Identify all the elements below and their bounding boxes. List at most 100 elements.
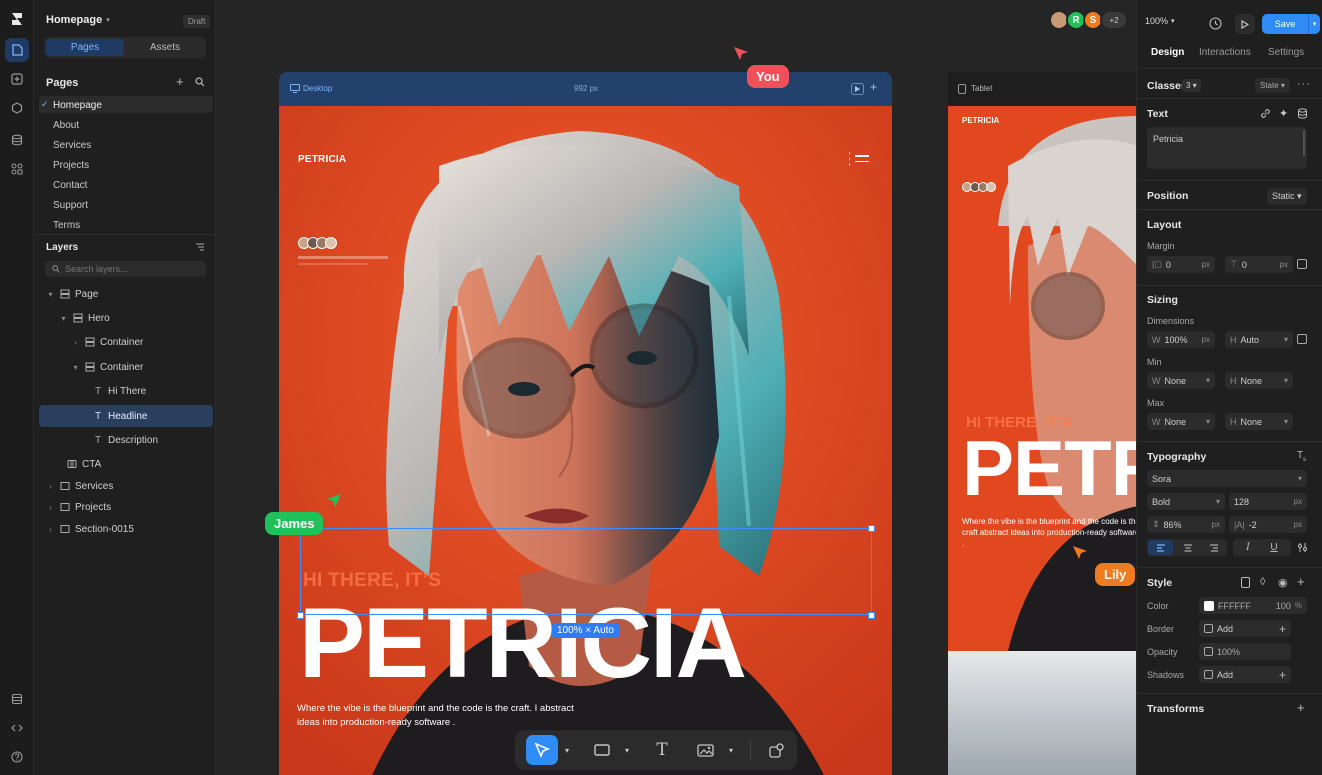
page-item-terms[interactable]: Terms (53, 220, 80, 231)
italic-icon[interactable]: I (1237, 540, 1259, 555)
site-logo[interactable]: PETRICIA (298, 154, 346, 165)
add-element-icon[interactable] (5, 67, 29, 91)
resize-handle[interactable] (868, 525, 875, 532)
height-field[interactable]: H Auto ▾ (1225, 331, 1293, 348)
align-center-icon[interactable] (1175, 540, 1200, 555)
layer-hero[interactable]: ▾ Hero (59, 310, 109, 326)
search-icon[interactable] (195, 77, 205, 90)
add-shadow-icon[interactable]: + (1279, 668, 1286, 682)
margin-expand-icon[interactable] (1297, 259, 1307, 269)
hero-section[interactable]: PETRICIA HI THERE, IT’S PETRICIA Where t… (279, 106, 892, 775)
add-style-icon[interactable]: + (1297, 574, 1305, 589)
text-style-icon[interactable]: Ts (1297, 450, 1306, 463)
layers-filter-icon[interactable] (195, 242, 205, 255)
align-left-icon[interactable] (1148, 540, 1173, 555)
opacity-field[interactable]: 100% (1199, 643, 1291, 660)
layer-services[interactable]: › Services (46, 478, 113, 494)
underline-icon[interactable]: U (1263, 540, 1285, 555)
layer-projects[interactable]: › Projects (46, 499, 111, 515)
cms-icon[interactable] (5, 687, 29, 711)
max-width-field[interactable]: W None ▾ (1147, 413, 1215, 430)
preview-button[interactable] (1235, 14, 1255, 34)
align-right-icon[interactable] (1201, 540, 1226, 555)
chevron-down-icon[interactable]: ▾ (726, 743, 736, 757)
width-field[interactable]: W 100% px (1147, 331, 1215, 348)
border-field[interactable]: Add + (1199, 620, 1291, 637)
save-options-button[interactable]: ▾ (1309, 14, 1320, 34)
text-settings-icon[interactable] (1297, 542, 1308, 556)
chevron-down-icon[interactable]: ▾ (562, 743, 572, 757)
min-width-field[interactable]: W None ▾ (1147, 372, 1215, 389)
cms-bind-icon[interactable] (1297, 108, 1308, 122)
tab-pages[interactable]: Pages (46, 39, 124, 56)
components-icon[interactable] (5, 96, 29, 120)
components-tool-button[interactable] (765, 740, 787, 760)
shadows-field[interactable]: Add + (1199, 666, 1291, 683)
preview-frame-icon[interactable] (851, 83, 864, 95)
page-item-support[interactable]: Support (53, 200, 88, 211)
font-size-field[interactable]: 128 px (1229, 493, 1307, 510)
page-item-contact[interactable]: Contact (53, 180, 87, 191)
history-icon[interactable] (1209, 17, 1222, 33)
resize-handle[interactable] (297, 612, 304, 619)
more-collaborators[interactable]: +2 (1100, 10, 1128, 30)
max-height-field[interactable]: H None ▾ (1225, 413, 1293, 430)
image-tool-button[interactable] (694, 740, 716, 760)
select-tool-button[interactable] (526, 735, 558, 765)
min-height-field[interactable]: H None ▾ (1225, 372, 1293, 389)
aspect-ratio-icon[interactable] (1297, 334, 1307, 344)
tab-interactions[interactable]: Interactions (1199, 47, 1251, 58)
pages-icon[interactable] (5, 38, 29, 62)
add-transform-icon[interactable]: + (1297, 700, 1305, 715)
add-border-icon[interactable]: + (1279, 622, 1286, 636)
margin-left-field[interactable]: |◻ 0 px (1147, 256, 1215, 273)
layer-page[interactable]: ▾ Page (46, 286, 98, 302)
layer-hi-there[interactable]: T Hi There (92, 383, 146, 399)
layer-cta[interactable]: CTA (66, 456, 101, 472)
zoom-dropdown[interactable]: 100% ▾ (1145, 16, 1175, 26)
style-preset-icon[interactable] (1241, 577, 1250, 588)
fill-icon[interactable]: ◊ (1260, 576, 1265, 588)
position-dropdown[interactable]: Static ▾ (1267, 188, 1307, 205)
resize-handle[interactable] (868, 612, 875, 619)
tab-design[interactable]: Design (1151, 47, 1184, 58)
page-item-projects[interactable]: Projects (53, 160, 89, 171)
search-layers-field[interactable] (45, 261, 206, 277)
database-icon[interactable] (5, 128, 29, 152)
search-layers-input[interactable] (65, 264, 195, 274)
desktop-frame[interactable]: Desktop 992 px + PETRICIA HI THERE, IT’S… (279, 72, 892, 775)
link-icon[interactable] (1260, 108, 1271, 122)
ai-sparkle-icon[interactable]: ✦ (1279, 107, 1288, 120)
save-button[interactable]: Save (1262, 14, 1308, 34)
code-icon[interactable] (5, 716, 29, 740)
layer-description[interactable]: T Description (92, 432, 158, 448)
letter-spacing-field[interactable]: |A| -2 px (1229, 516, 1307, 533)
layer-section-0015[interactable]: › Section-0015 (46, 521, 134, 537)
text-field-scrollbar[interactable] (1303, 130, 1305, 156)
font-weight-dropdown[interactable]: Bold ▾ (1147, 493, 1225, 510)
eye-icon[interactable]: ◉ (1278, 576, 1288, 589)
chevron-down-icon[interactable]: ▾ (622, 743, 632, 757)
line-height-field[interactable]: ⇕ 86% px (1147, 516, 1225, 533)
menu-icon[interactable] (849, 152, 873, 166)
project-switcher[interactable]: Homepage ▾ (46, 14, 110, 26)
color-swatch[interactable] (1204, 600, 1214, 611)
apps-icon[interactable] (5, 157, 29, 181)
tab-settings[interactable]: Settings (1268, 47, 1304, 58)
help-icon[interactable] (5, 745, 29, 769)
rectangle-tool-button[interactable] (591, 740, 613, 760)
margin-top-field[interactable]: ⊤ 0 px (1225, 256, 1293, 273)
layer-container[interactable]: › Container (71, 334, 143, 350)
classes-count[interactable]: 3 ▾ (1182, 79, 1201, 92)
more-options-icon[interactable]: ··· (1297, 78, 1311, 90)
font-family-dropdown[interactable]: Sora ▾ (1147, 470, 1307, 487)
text-tool-button[interactable]: T (651, 740, 673, 760)
page-item-services[interactable]: Services (53, 140, 91, 151)
add-breakpoint-icon[interactable]: + (870, 80, 877, 94)
app-logo-icon[interactable] (5, 7, 29, 31)
layer-headline[interactable]: T Headline (92, 408, 148, 424)
tablet-frame[interactable]: Tablet PETRICIA HI THERE, IT’S PETR Wher… (948, 72, 1138, 775)
description-text[interactable]: Where the vibe is the blueprint and the … (297, 702, 597, 730)
tab-assets[interactable]: Assets (126, 39, 204, 56)
color-field[interactable]: FFFFFF 100 % (1199, 597, 1307, 614)
